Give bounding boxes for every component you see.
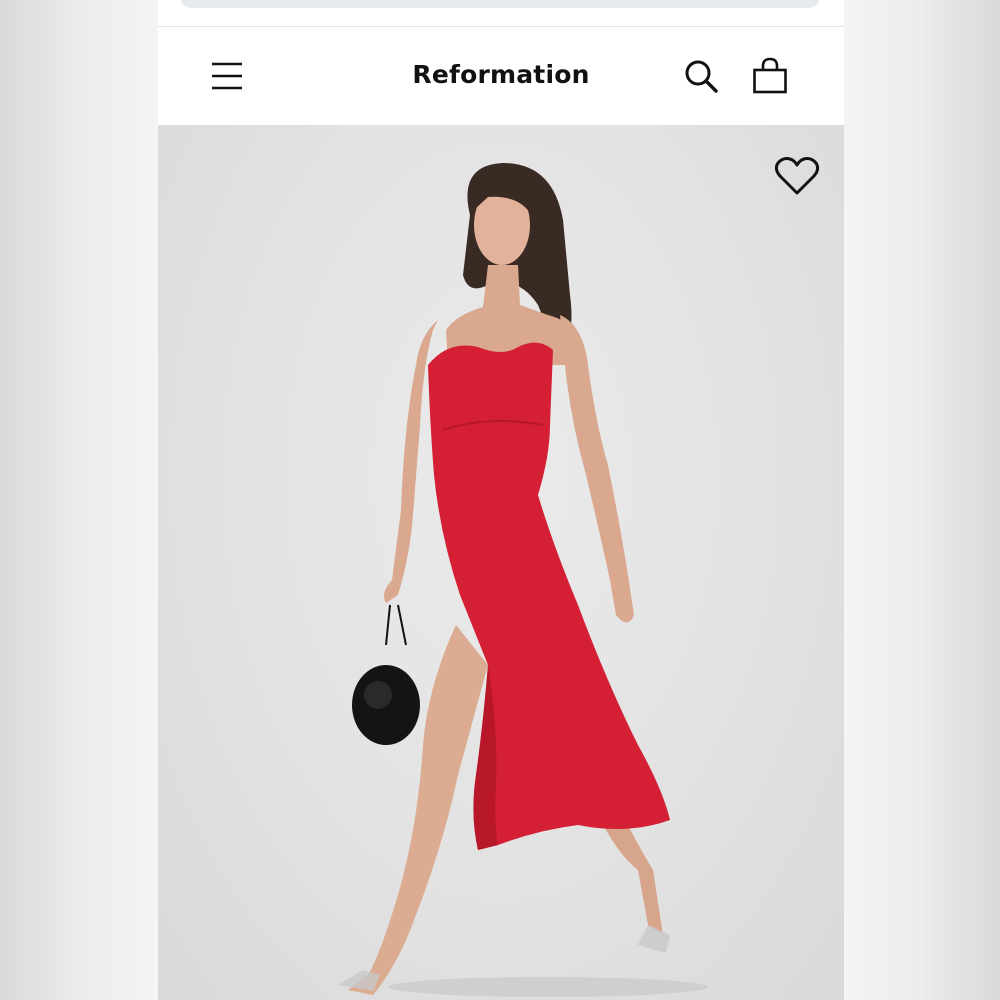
product-image[interactable] [158,125,844,1000]
model-photo [338,163,708,997]
back-leg [598,815,663,935]
clear-heel-back [638,925,670,953]
mobile-page: Reformation [158,0,844,1000]
wishlist-button[interactable] [774,155,820,197]
address-bar[interactable] [180,0,820,8]
right-arm [560,315,634,623]
hamburger-menu-icon [212,62,242,90]
red-dress [428,342,670,850]
menu-button[interactable] [210,59,244,93]
bag-rose-detail [364,681,392,709]
heart-outline-icon [774,157,820,195]
search-button[interactable] [683,58,719,94]
bag-handle [385,604,407,646]
clear-heel-front [338,970,380,991]
site-header: Reformation [158,27,844,125]
floor-shadow [388,977,708,997]
search-icon [685,60,718,93]
left-arm [384,320,438,603]
shopping-bag-icon [753,57,787,94]
browser-bar [158,0,844,27]
bag-button[interactable] [752,57,788,95]
brand-logo[interactable]: Reformation [158,60,844,89]
